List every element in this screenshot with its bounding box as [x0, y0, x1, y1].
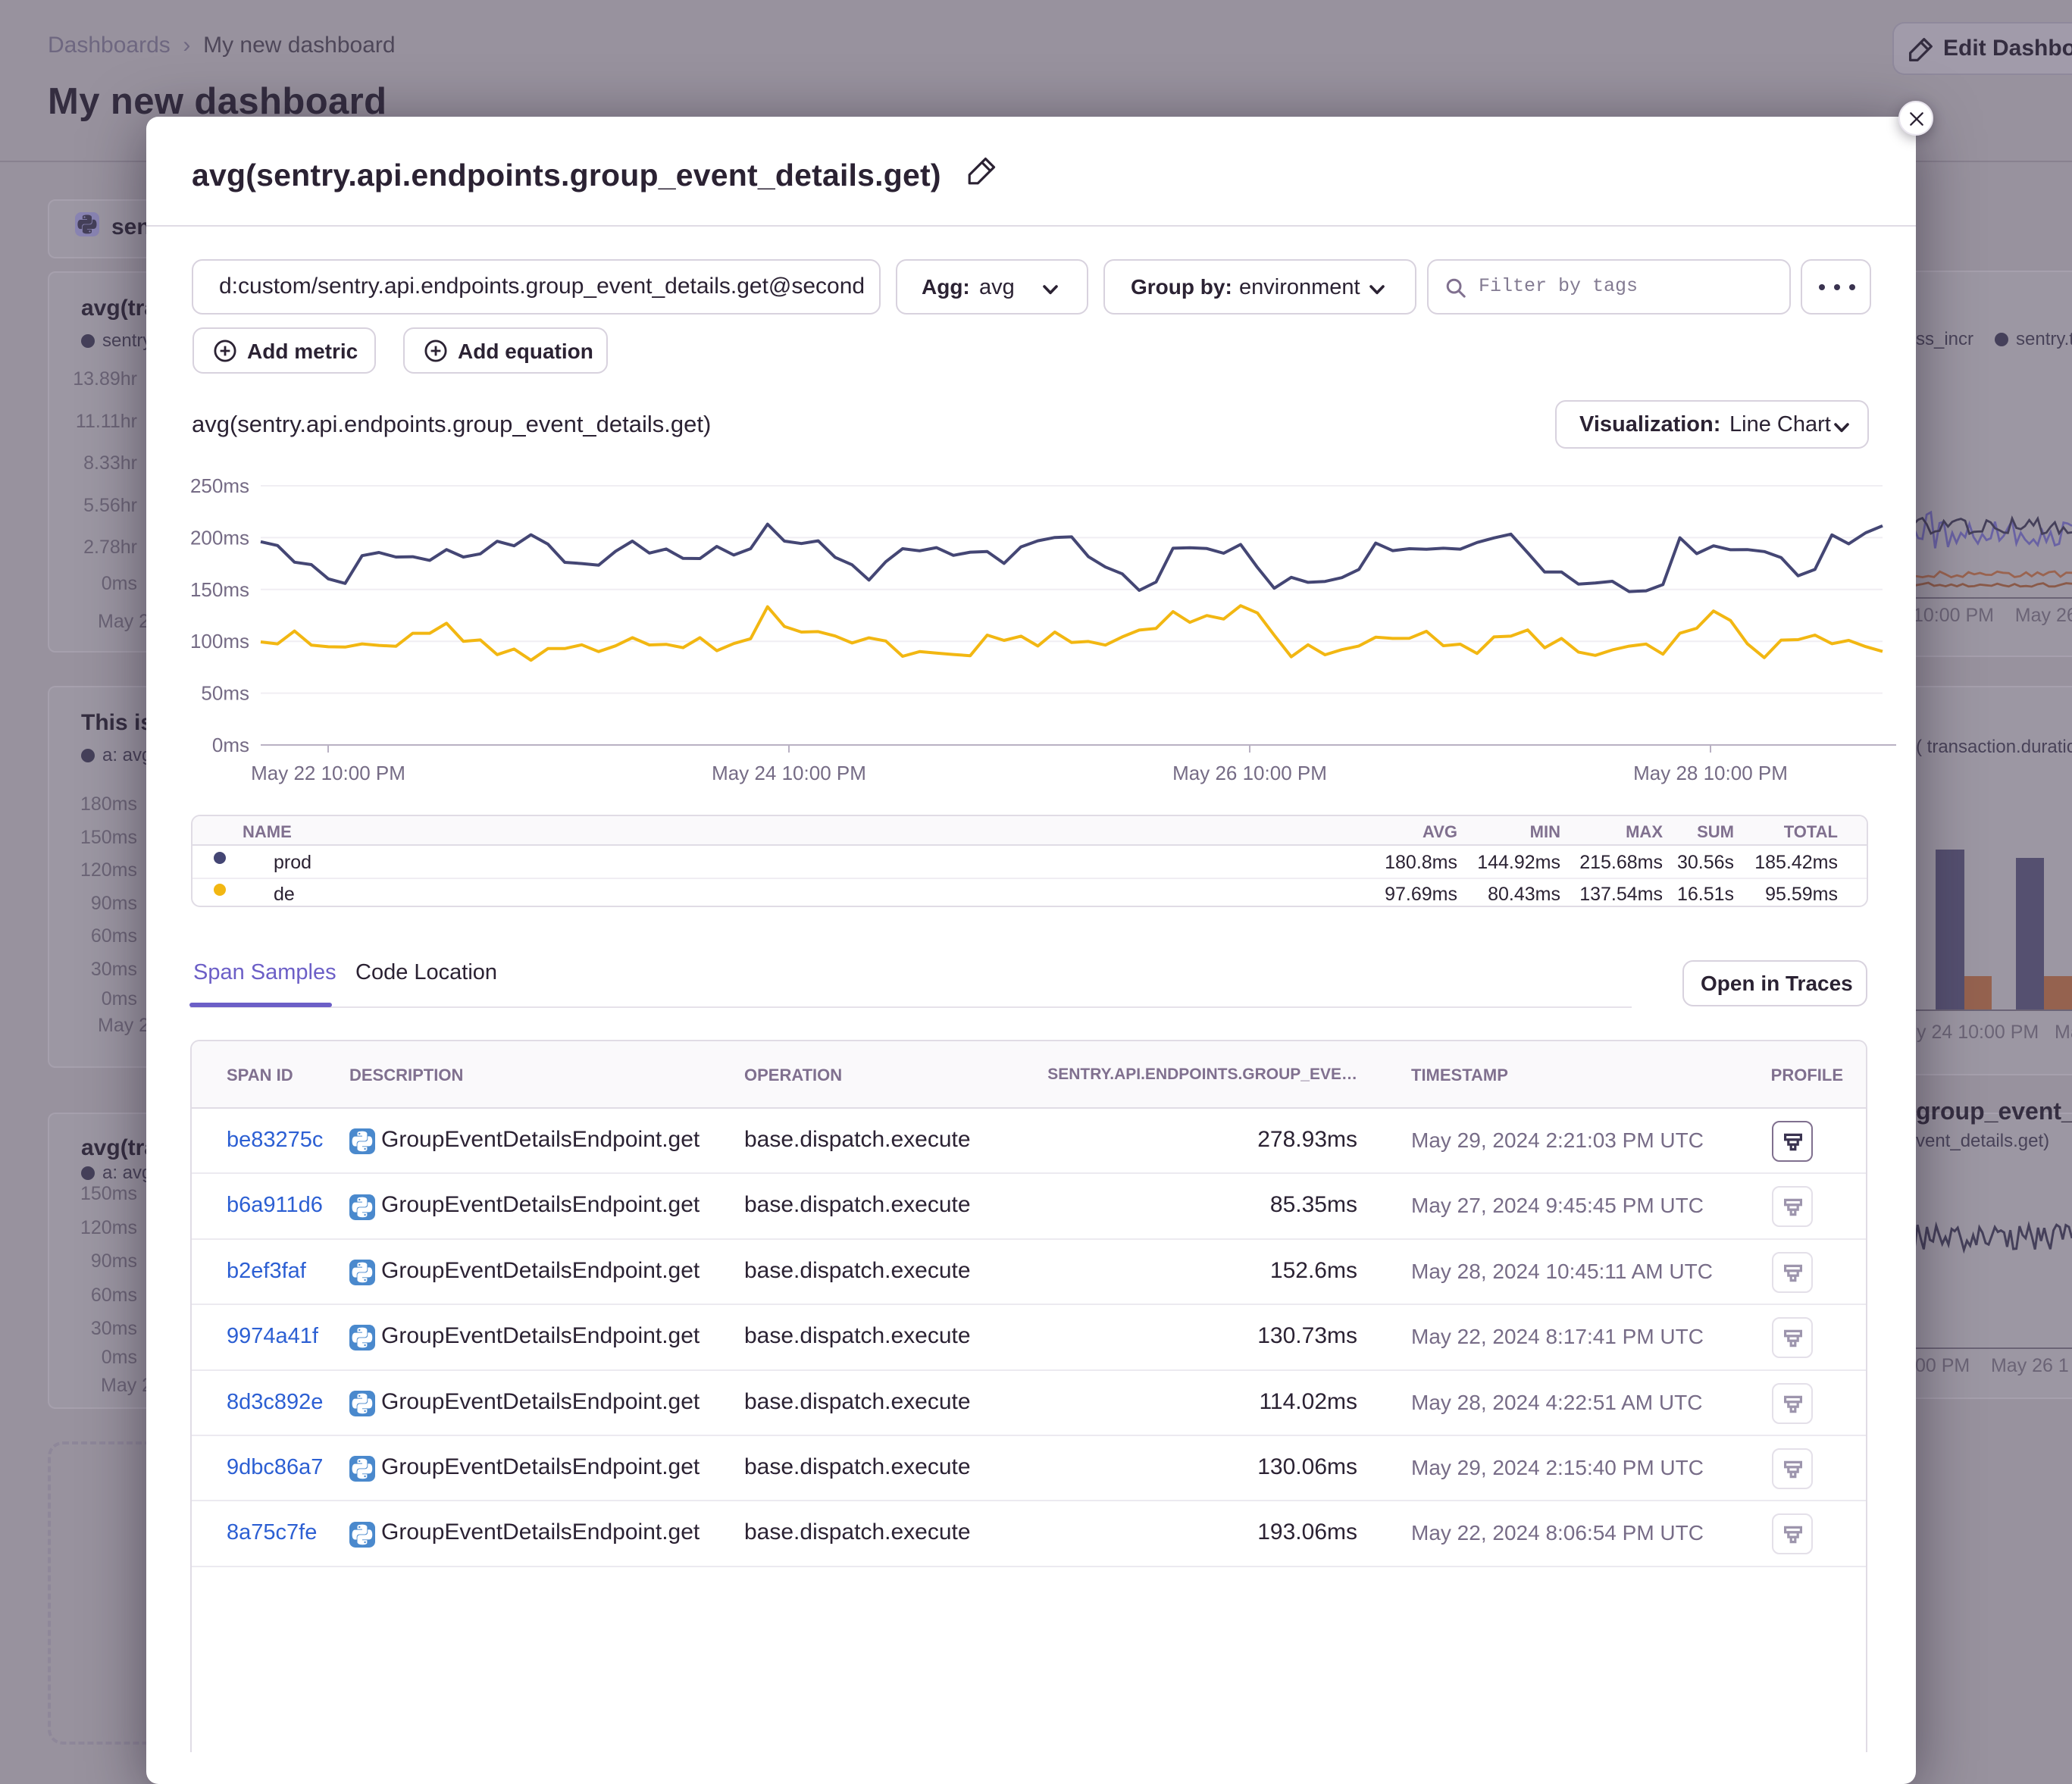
svg-text:250ms: 250ms [190, 474, 249, 497]
svg-text:50ms: 50ms [201, 682, 249, 705]
svg-text:May 22 10:00 PM: May 22 10:00 PM [251, 762, 405, 784]
svg-text:150ms: 150ms [190, 578, 249, 601]
svg-text:200ms: 200ms [190, 526, 249, 549]
svg-text:May 24 10:00 PM: May 24 10:00 PM [712, 762, 866, 784]
svg-text:100ms: 100ms [190, 630, 249, 653]
svg-text:May 26 10:00 PM: May 26 10:00 PM [1172, 762, 1327, 784]
svg-text:May 28 10:00 PM: May 28 10:00 PM [1633, 762, 1788, 784]
svg-text:0ms: 0ms [212, 734, 249, 756]
